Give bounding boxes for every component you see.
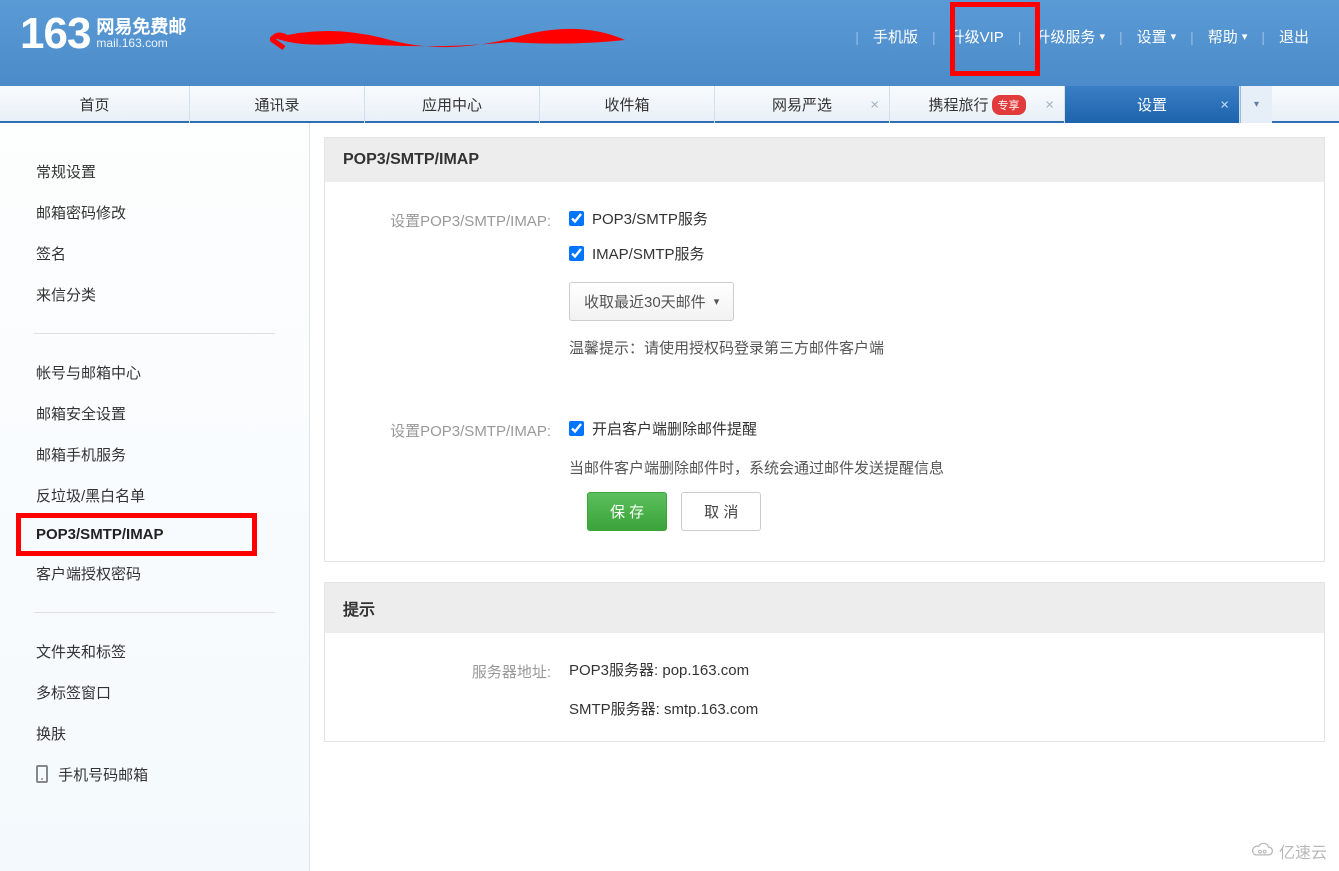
sidebar-item-account[interactable]: 帐号与邮箱中心: [22, 352, 287, 393]
nav-settings[interactable]: 设置▾: [1137, 26, 1177, 47]
sidebar-item-folders[interactable]: 文件夹和标签: [22, 631, 287, 672]
tab-label: 网易严选: [772, 94, 832, 115]
close-icon[interactable]: ×: [1045, 96, 1054, 113]
select-value: 收取最近30天邮件: [584, 291, 706, 312]
sidebar-item-phone-service[interactable]: 邮箱手机服务: [22, 434, 287, 475]
redacted-scribble: [270, 18, 630, 58]
logo-text: 网易免费邮 mail.163.com: [96, 18, 186, 51]
nav-sep: |: [1261, 29, 1265, 45]
settings-sidebar: 常规设置 邮箱密码修改 签名 来信分类 帐号与邮箱中心 邮箱安全设置 邮箱手机服…: [0, 123, 310, 871]
sidebar-item-general[interactable]: 常规设置: [22, 151, 287, 192]
sidebar-divider: [34, 333, 275, 334]
tab-overflow-dropdown[interactable]: ▾: [1240, 86, 1272, 123]
sidebar-item-skin[interactable]: 换肤: [22, 713, 287, 754]
nav-sep: |: [1018, 29, 1022, 45]
sidebar-divider: [34, 612, 275, 613]
sidebar-item-label: 手机号码邮箱: [58, 767, 148, 784]
nav-logout[interactable]: 退出: [1279, 26, 1309, 47]
nav-mobile[interactable]: 手机版: [873, 26, 918, 47]
main: 常规设置 邮箱密码修改 签名 来信分类 帐号与邮箱中心 邮箱安全设置 邮箱手机服…: [0, 123, 1339, 871]
panel-server-info: 提示 服务器地址: POP3服务器: pop.163.com SMTP服务器: …: [324, 582, 1325, 742]
sidebar-item-password[interactable]: 邮箱密码修改: [22, 192, 287, 233]
delete-notify-desc: 当邮件客户端删除邮件时，系统会通过邮件发送提醒信息: [569, 457, 1300, 478]
pop3-server-line: POP3服务器: pop.163.com: [569, 659, 1300, 680]
tab-home[interactable]: 首页: [0, 86, 190, 123]
cancel-button[interactable]: 取 消: [681, 492, 761, 531]
cloud-icon: [1249, 842, 1275, 860]
select-fetch-range[interactable]: 收取最近30天邮件 ▾: [569, 282, 734, 321]
checkbox-pop3smtp[interactable]: POP3/SMTP服务: [569, 208, 1300, 229]
close-icon[interactable]: ×: [870, 96, 879, 113]
badge-exclusive: 专享: [992, 95, 1026, 115]
nav-sep: |: [855, 29, 859, 45]
chevron-down-icon: ▾: [1171, 30, 1177, 43]
top-nav: | 手机版 | 升级VIP | 升级服务▾ | 设置▾ | 帮助▾ | 退出: [841, 26, 1309, 47]
nav-sep: |: [932, 29, 936, 45]
chevron-down-icon: ▾: [714, 295, 720, 308]
nav-upgrade-service[interactable]: 升级服务▾: [1035, 26, 1105, 47]
save-button[interactable]: 保 存: [587, 492, 667, 531]
checkbox-delete-notify[interactable]: 开启客户端删除邮件提醒: [569, 418, 1300, 439]
tab-contacts[interactable]: 通讯录: [190, 86, 365, 123]
checkbox-imapsmtp[interactable]: IMAP/SMTP服务: [569, 243, 1300, 264]
tab-inbox[interactable]: 收件箱: [540, 86, 715, 123]
tab-label: 携程旅行: [928, 94, 988, 115]
checkbox-input[interactable]: [569, 421, 584, 436]
tab-yanxuan[interactable]: 网易严选 ×: [715, 86, 890, 123]
tab-settings[interactable]: 设置 ×: [1065, 86, 1240, 123]
tab-label: 设置: [1137, 94, 1167, 115]
sidebar-item-signature[interactable]: 签名: [22, 233, 287, 274]
form-label-delete: 设置POP3/SMTP/IMAP:: [349, 418, 569, 478]
tab-apps[interactable]: 应用中心: [365, 86, 540, 123]
checkbox-label: POP3/SMTP服务: [592, 208, 708, 229]
nav-help[interactable]: 帮助▾: [1208, 26, 1248, 47]
checkbox-input[interactable]: [569, 211, 584, 226]
panel-title: 提示: [325, 583, 1324, 633]
checkbox-input[interactable]: [569, 246, 584, 261]
checkbox-label: IMAP/SMTP服务: [592, 243, 705, 264]
sidebar-item-classify[interactable]: 来信分类: [22, 274, 287, 315]
form-label-services: 设置POP3/SMTP/IMAP:: [349, 208, 569, 358]
close-icon[interactable]: ×: [1220, 96, 1229, 113]
sidebar-item-label: POP3/SMTP/IMAP: [36, 526, 164, 543]
panel-pop3-settings: POP3/SMTP/IMAP 设置POP3/SMTP/IMAP: POP3/SM…: [324, 137, 1325, 562]
panel-title: POP3/SMTP/IMAP: [325, 138, 1324, 182]
form-label-server: 服务器地址:: [349, 659, 569, 737]
content-area: POP3/SMTP/IMAP 设置POP3/SMTP/IMAP: POP3/SM…: [310, 123, 1339, 871]
watermark: 亿速云: [1249, 839, 1327, 863]
sidebar-item-security[interactable]: 邮箱安全设置: [22, 393, 287, 434]
sidebar-item-pop3[interactable]: POP3/SMTP/IMAP: [22, 516, 287, 553]
tab-ctrip[interactable]: 携程旅行 专享 ×: [890, 86, 1065, 123]
phone-icon: [36, 765, 48, 783]
logo-sub: mail.163.com: [96, 37, 186, 50]
logo-title: 网易免费邮: [96, 18, 186, 38]
logo-number: 163: [20, 12, 90, 56]
chevron-down-icon: ▾: [1242, 30, 1248, 43]
nav-vip[interactable]: 升级VIP: [950, 26, 1004, 47]
sidebar-item-mobile-mailbox[interactable]: 手机号码邮箱: [22, 754, 287, 795]
logo[interactable]: 163 网易免费邮 mail.163.com: [20, 12, 186, 56]
smtp-server-line: SMTP服务器: smtp.163.com: [569, 698, 1300, 719]
tabs-row: 首页 通讯录 应用中心 收件箱 网易严选 × 携程旅行 专享 × 设置 × ▾: [0, 86, 1339, 123]
auth-code-tip: 温馨提示：请使用授权码登录第三方邮件客户端: [569, 337, 1300, 358]
nav-sep: |: [1119, 29, 1123, 45]
sidebar-item-auth-code[interactable]: 客户端授权密码: [22, 553, 287, 594]
nav-sep: |: [1190, 29, 1194, 45]
checkbox-label: 开启客户端删除邮件提醒: [592, 418, 757, 439]
sidebar-item-multiwindow[interactable]: 多标签窗口: [22, 672, 287, 713]
watermark-text: 亿速云: [1279, 839, 1327, 863]
header-bar: 163 网易免费邮 mail.163.com | 手机版 | 升级VIP | 升…: [0, 0, 1339, 86]
sidebar-item-spam[interactable]: 反垃圾/黑白名单: [22, 475, 287, 516]
chevron-down-icon: ▾: [1099, 30, 1105, 43]
